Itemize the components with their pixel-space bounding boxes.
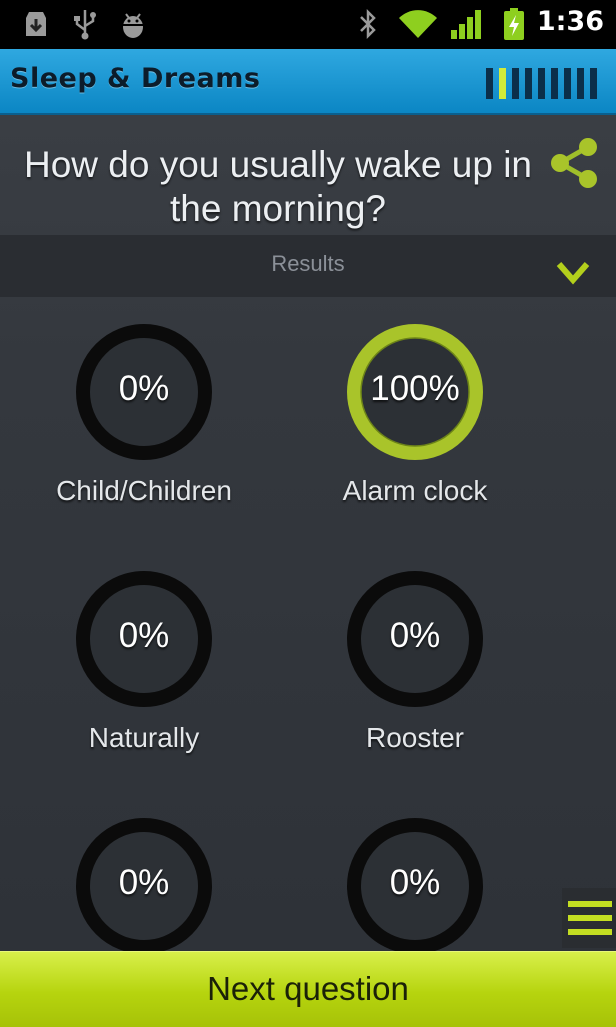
option-label: Naturally (88, 722, 200, 753)
percentage-value: 100% (370, 369, 460, 408)
app-title: Sleep & Dreams (10, 63, 261, 94)
percentage-ring: 0% (74, 816, 214, 956)
result-option[interactable]: 0% (19, 816, 269, 969)
progress-segment (577, 68, 584, 99)
percentage-ring: 0% (74, 569, 214, 709)
result-option[interactable]: 0% Naturally (19, 569, 269, 754)
share-icon[interactable] (546, 135, 602, 191)
usb-icon (74, 10, 96, 40)
android-debug-icon (122, 13, 144, 38)
percentage-value: 0% (118, 863, 170, 902)
battery-charging-icon (504, 8, 524, 40)
progress-segment (525, 68, 532, 99)
percentage-value: 0% (118, 616, 170, 655)
percentage-value: 0% (389, 616, 441, 655)
result-option[interactable]: 0% Child/Children (19, 322, 269, 507)
result-option[interactable]: 0% (290, 816, 540, 969)
percentage-value: 0% (389, 863, 441, 902)
question-progress-indicator (486, 68, 597, 99)
percentage-ring: 100% (345, 322, 485, 462)
download-icon (26, 12, 46, 36)
results-header[interactable]: Results (0, 235, 616, 297)
option-label: Rooster (365, 722, 465, 753)
option-label: Alarm clock (342, 475, 488, 506)
result-option[interactable]: 100% Alarm clock (290, 322, 540, 507)
percentage-ring: 0% (345, 816, 485, 956)
signal-icon (451, 10, 481, 39)
question-text: How do you usually wake up in the mornin… (23, 144, 532, 229)
wifi-icon (399, 10, 437, 38)
bluetooth-icon (360, 8, 376, 40)
option-label: Child/Children (56, 475, 232, 506)
result-option[interactable]: 0% Rooster (290, 569, 540, 754)
menu-button[interactable] (562, 888, 616, 948)
percentage-ring: 0% (345, 569, 485, 709)
progress-segment (564, 68, 571, 99)
main-content: How do you usually wake up in the mornin… (0, 115, 616, 954)
progress-segment (499, 68, 506, 99)
progress-segment (512, 68, 519, 99)
action-bar: Sleep & Dreams (0, 49, 616, 115)
percentage-ring: 0% (74, 322, 214, 462)
status-bar: 1:36 (0, 0, 616, 49)
progress-segment (538, 68, 545, 99)
clock: 1:36 (536, 6, 604, 37)
progress-segment (551, 68, 558, 99)
menu-icon (568, 901, 612, 935)
next-question-button[interactable]: Next question (0, 951, 616, 1027)
next-question-label: Next question (207, 970, 409, 1007)
progress-segment (590, 68, 597, 99)
chevron-down-icon[interactable] (556, 261, 590, 285)
results-label: Results (271, 251, 345, 276)
progress-segment (486, 68, 493, 99)
percentage-value: 0% (118, 369, 170, 408)
